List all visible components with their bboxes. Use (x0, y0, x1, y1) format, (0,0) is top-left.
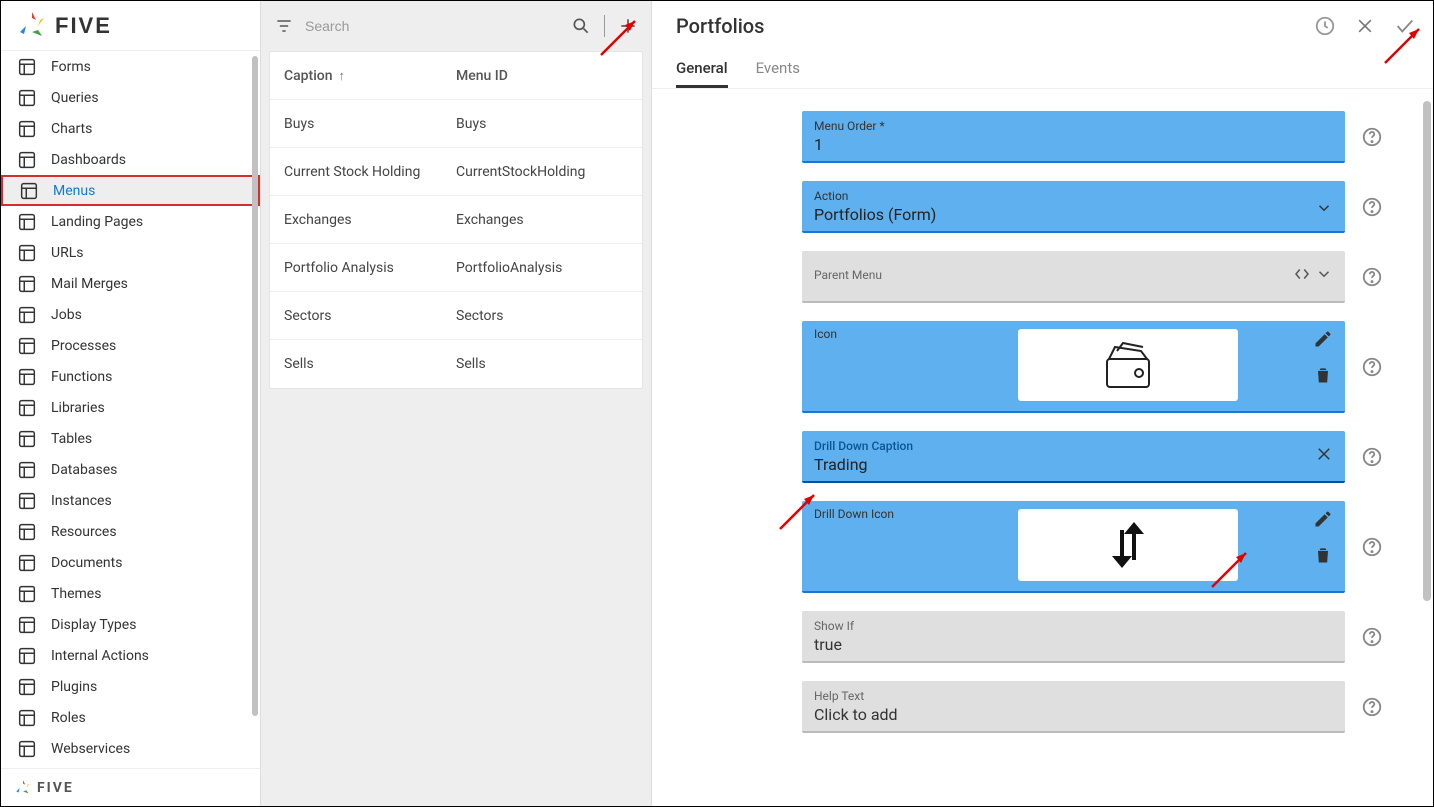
logo-bar: FIVE (1, 1, 260, 51)
code-icon[interactable] (1293, 265, 1311, 283)
trash-icon[interactable] (1313, 545, 1333, 565)
nav-icon (13, 614, 41, 636)
nav-icon (13, 211, 41, 233)
sidebar-item-documents[interactable]: Documents (1, 547, 260, 578)
sidebar-item-processes[interactable]: Processes (1, 330, 260, 361)
nav-icon (13, 428, 41, 450)
list-header: Caption ↑ Menu ID (270, 52, 642, 100)
tab-events[interactable]: Events (756, 51, 800, 88)
sidebar-item-display-types[interactable]: Display Types (1, 609, 260, 640)
nav-icon (13, 304, 41, 326)
drill-down-caption-field[interactable]: Drill Down Caption Trading (802, 431, 1345, 483)
sidebar-item-mail-merges[interactable]: Mail Merges (1, 268, 260, 299)
nav-icon (13, 397, 41, 419)
nav-icon (13, 56, 41, 78)
sidebar-item-landing-pages[interactable]: Landing Pages (1, 206, 260, 237)
sidebar-item-resources[interactable]: Resources (1, 516, 260, 547)
sidebar-item-functions[interactable]: Functions (1, 361, 260, 392)
filter-icon[interactable] (271, 13, 297, 39)
sidebar-item-forms[interactable]: Forms (1, 51, 260, 82)
help-icon[interactable] (1361, 446, 1383, 468)
nav-icon (13, 118, 41, 140)
search-input[interactable] (305, 18, 560, 34)
nav-icon (13, 676, 41, 698)
sidebar-item-jobs[interactable]: Jobs (1, 299, 260, 330)
nav-icon (13, 490, 41, 512)
sidebar-item-queries[interactable]: Queries (1, 82, 260, 113)
icon-field[interactable]: Icon (802, 321, 1345, 413)
nav-icon (13, 335, 41, 357)
sidebar-item-internal-actions[interactable]: Internal Actions (1, 640, 260, 671)
sidebar-item-libraries[interactable]: Libraries (1, 392, 260, 423)
nav-icon (13, 459, 41, 481)
page-title: Portfolios (676, 14, 764, 38)
nav-icon (13, 87, 41, 109)
chevron-down-icon[interactable] (1315, 265, 1333, 283)
save-check-icon[interactable] (1393, 14, 1417, 38)
nav-icon (13, 552, 41, 574)
trash-icon[interactable] (1313, 365, 1333, 385)
list-row[interactable]: ExchangesExchanges (270, 196, 642, 244)
parent-menu-field[interactable]: Parent Menu (802, 251, 1345, 303)
menu-order-field[interactable]: Menu Order * 1 (802, 111, 1345, 163)
help-icon[interactable] (1361, 536, 1383, 558)
help-icon[interactable] (1361, 266, 1383, 288)
close-icon[interactable] (1353, 14, 1377, 38)
sort-asc-icon: ↑ (339, 68, 346, 84)
sidebar-item-dashboards[interactable]: Dashboards (1, 144, 260, 175)
icon-preview-wallet (1018, 329, 1238, 401)
nav-icon (13, 149, 41, 171)
history-icon[interactable] (1313, 14, 1337, 38)
list-row[interactable]: SectorsSectors (270, 292, 642, 340)
nav-icon (13, 645, 41, 667)
help-icon[interactable] (1361, 196, 1383, 218)
sidebar-item-instances[interactable]: Instances (1, 485, 260, 516)
list-row[interactable]: BuysBuys (270, 100, 642, 148)
nav-icon (13, 583, 41, 605)
detail-scrollbar-thumb[interactable] (1423, 101, 1431, 601)
help-icon[interactable] (1361, 696, 1383, 718)
nav-icon (13, 366, 41, 388)
sidebar-scrollbar-thumb[interactable] (252, 56, 258, 716)
icon-preview-arrows (1018, 509, 1238, 581)
nav-icon (13, 273, 41, 295)
sidebar-item-roles[interactable]: Roles (1, 702, 260, 733)
sidebar-item-plugins[interactable]: Plugins (1, 671, 260, 702)
nav-icon (13, 521, 41, 543)
tab-general[interactable]: General (676, 51, 728, 88)
list-row[interactable]: Portfolio AnalysisPortfolioAnalysis (270, 244, 642, 292)
sidebar-item-urls[interactable]: URLs (1, 237, 260, 268)
sidebar-item-webservices[interactable]: Webservices (1, 733, 260, 764)
list-row[interactable]: SellsSells (270, 340, 642, 388)
clear-x-icon[interactable] (1315, 445, 1333, 463)
footer-logo: FIVE (1, 768, 260, 806)
edit-icon[interactable] (1313, 509, 1333, 529)
drill-down-icon-field[interactable]: Drill Down Icon (802, 501, 1345, 593)
action-field[interactable]: Action Portfolios (Form) (802, 181, 1345, 233)
nav-icon (13, 242, 41, 264)
nav-icon (13, 707, 41, 729)
sidebar-item-charts[interactable]: Charts (1, 113, 260, 144)
list-row[interactable]: Current Stock HoldingCurrentStockHolding (270, 148, 642, 196)
sidebar-item-menus[interactable]: Menus (1, 175, 260, 206)
chevron-down-icon (1315, 199, 1333, 217)
sidebar-item-tables[interactable]: Tables (1, 423, 260, 454)
help-icon[interactable] (1361, 126, 1383, 148)
edit-icon[interactable] (1313, 329, 1333, 349)
column-menu-id[interactable]: Menu ID (456, 68, 628, 84)
show-if-field[interactable]: Show If true (802, 611, 1345, 663)
help-icon[interactable] (1361, 626, 1383, 648)
search-icon[interactable] (568, 13, 594, 39)
brand-text: FIVE (55, 13, 112, 39)
sidebar-item-databases[interactable]: Databases (1, 454, 260, 485)
help-icon[interactable] (1361, 356, 1383, 378)
help-text-field[interactable]: Help Text Click to add (802, 681, 1345, 733)
add-icon[interactable] (615, 13, 641, 39)
nav-icon (13, 738, 41, 760)
five-logo-icon (13, 7, 51, 45)
column-caption[interactable]: Caption ↑ (284, 68, 456, 84)
nav-icon (15, 180, 43, 202)
sidebar-item-themes[interactable]: Themes (1, 578, 260, 609)
